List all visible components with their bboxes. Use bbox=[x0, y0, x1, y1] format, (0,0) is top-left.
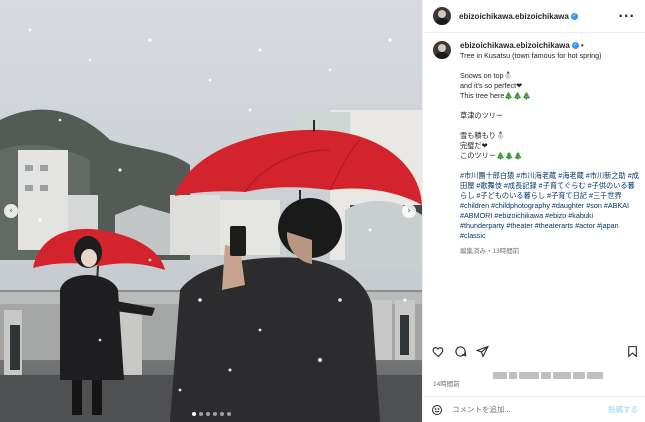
post-photo[interactable]: ‹ › bbox=[0, 0, 422, 422]
carousel-dot[interactable] bbox=[191, 412, 196, 416]
caption-line: Snows on top⛄ bbox=[460, 71, 513, 80]
emoji-icon[interactable] bbox=[431, 404, 443, 416]
edited-timestamp: 編集済み・13時間前 bbox=[460, 248, 520, 255]
avatar[interactable] bbox=[433, 41, 451, 59]
comment-icon[interactable] bbox=[453, 344, 467, 358]
caption-line: and it's so perfect❤ bbox=[460, 81, 523, 90]
carousel-dot[interactable] bbox=[226, 412, 231, 416]
verified-badge-icon: ✓ bbox=[571, 42, 579, 50]
caption-text: Tree in Kusatsu (town famous for hot spr… bbox=[460, 51, 639, 161]
comment-input[interactable] bbox=[452, 405, 582, 414]
carousel-next-button[interactable]: › bbox=[402, 204, 416, 218]
caption-body: ebizoichikawa.ebizoichikawa ✓ • Tree in Ku… bbox=[460, 40, 639, 340]
caption-line: このツリー🎄🎄🎄 bbox=[460, 151, 523, 160]
blurred-liked-by bbox=[493, 366, 613, 379]
caption-line: Tree in Kusatsu (town famous for hot spr… bbox=[460, 51, 602, 60]
instagram-post-window: ‹ › ebizoichikawa.ebizoichikawa ✓ ··· ebi… bbox=[0, 0, 645, 422]
comment-bar: 投稿する bbox=[423, 396, 645, 422]
post-comment-button[interactable]: 投稿する bbox=[608, 404, 638, 415]
caption-line: 雪も積もり⛄ bbox=[460, 131, 505, 140]
action-bar bbox=[431, 342, 639, 360]
carousel-dot[interactable] bbox=[205, 412, 210, 416]
caption-block: ebizoichikawa.ebizoichikawa ✓ • Tree in Ku… bbox=[433, 40, 639, 340]
more-options-icon[interactable]: ··· bbox=[618, 9, 635, 23]
verified-badge-icon: ✓ bbox=[570, 12, 578, 20]
carousel-dot[interactable] bbox=[219, 412, 224, 416]
photo-scene bbox=[0, 0, 422, 422]
author-username[interactable]: ebizoichikawa.ebizoichikawa ✓ bbox=[459, 12, 578, 21]
carousel-prev-button[interactable]: ‹ bbox=[4, 204, 18, 218]
caption-author: ebizoichikawa.ebizoichikawa ✓ • bbox=[460, 40, 639, 51]
share-icon[interactable] bbox=[475, 344, 489, 358]
carousel-dot[interactable] bbox=[198, 412, 203, 416]
caption-line: 完璧だ❤ bbox=[460, 141, 488, 150]
carousel-dot[interactable] bbox=[212, 412, 217, 416]
caption-line: 草津のツリー bbox=[460, 111, 504, 120]
caption-line: This tree here🎄🎄🎄 bbox=[460, 91, 532, 100]
post-time: 14時間前 bbox=[433, 381, 460, 388]
bookmark-icon[interactable] bbox=[625, 344, 639, 358]
author-username-text[interactable]: ebizoichikawa.ebizoichikawa bbox=[459, 12, 569, 21]
post-side-panel: ebizoichikawa.ebizoichikawa ✓ ··· ebizoic… bbox=[422, 0, 645, 422]
avatar[interactable] bbox=[433, 7, 451, 25]
hashtags[interactable]: #市川團十郎白猿 #市川海老蔵 #海老蔵 #市川新之助 #成田屋 #歌舞伎 #成… bbox=[460, 171, 639, 241]
separator-dot: • bbox=[580, 41, 584, 50]
carousel-dots bbox=[0, 412, 422, 416]
post-header: ebizoichikawa.ebizoichikawa ✓ ··· bbox=[423, 0, 645, 33]
caption-username[interactable]: ebizoichikawa.ebizoichikawa bbox=[460, 41, 570, 50]
heart-icon[interactable] bbox=[431, 344, 445, 358]
